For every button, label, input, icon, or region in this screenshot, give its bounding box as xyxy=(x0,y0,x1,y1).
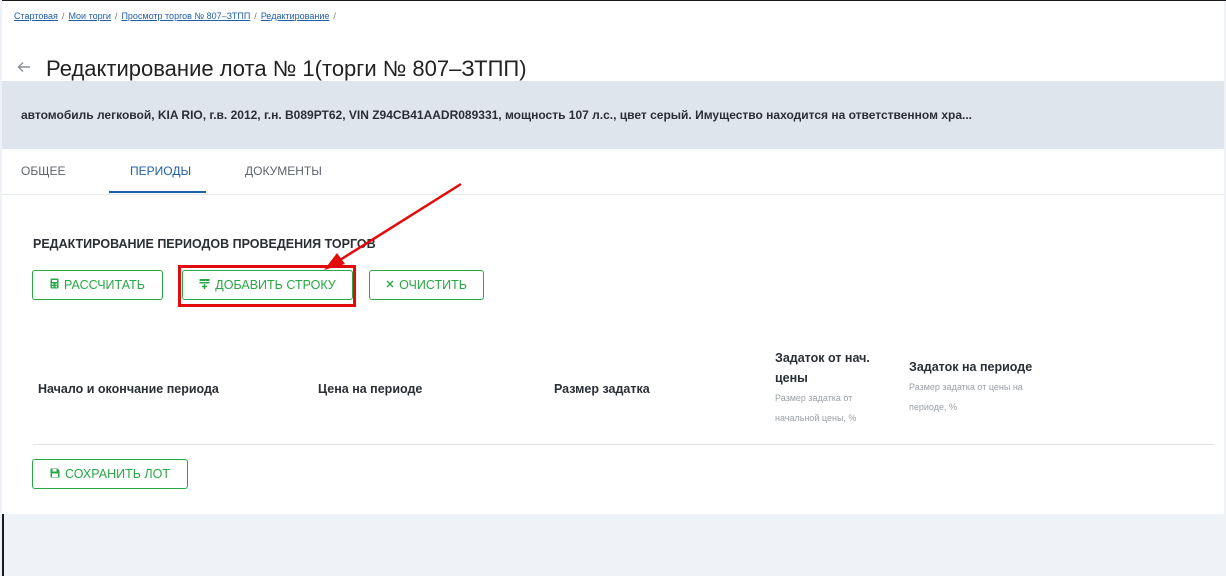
breadcrumb-separator: / xyxy=(114,11,118,21)
breadcrumb: Стартовая / Мои торги / Просмотр торгов № 80… xyxy=(14,11,340,21)
save-lot-button[interactable]: СОХРАНИТЬ ЛОТ xyxy=(32,459,188,489)
active-tab-indicator xyxy=(109,191,206,193)
breadcrumb-separator: / xyxy=(333,11,336,21)
lot-edit-card: ОБЩЕЕ ПЕРИОДЫ ДОКУМЕНТЫ РЕДАКТИРОВАНИЕ П… xyxy=(2,149,1224,514)
calculate-button[interactable]: РАССЧИТАТЬ xyxy=(32,270,163,300)
col-header-deposit-period: Задаток на периоде Размер задатка от цен… xyxy=(909,357,1049,417)
page-title: Редактирование лота № 1(торги № 807–ЗТПП… xyxy=(46,55,527,81)
col-header-deposit-period-sub: Размер задатка от цены на периоде, % xyxy=(909,382,1023,412)
breadcrumb-home[interactable]: Стартовая xyxy=(14,11,58,21)
clear-label: ОЧИСТИТЬ xyxy=(399,278,467,292)
table-divider xyxy=(33,444,1214,445)
section-title: РЕДАКТИРОВАНИЕ ПЕРИОДОВ ПРОВЕДЕНИЯ ТОРГО… xyxy=(33,237,376,251)
lot-description: автомобиль легковой, KIA RIO, г.в. 2012,… xyxy=(21,108,972,122)
annotation-highlight-box xyxy=(178,265,356,307)
close-icon xyxy=(386,279,394,291)
col-header-deposit-initial-label: Задаток от нач. цены xyxy=(775,351,870,385)
col-header-deposit-initial: Задаток от нач. цены Размер задатка от н… xyxy=(775,348,895,428)
col-header-period: Начало и окончание периода xyxy=(38,382,219,396)
calculate-label: РАССЧИТАТЬ xyxy=(64,278,145,292)
col-header-price: Цена на периоде xyxy=(318,382,423,396)
page-header: Стартовая / Мои торги / Просмотр торгов № 80… xyxy=(2,1,1224,81)
breadcrumb-auction-view[interactable]: Просмотр торгов № 807–ЗТПП xyxy=(121,11,250,21)
col-header-deposit-size: Размер задатка xyxy=(554,382,650,396)
lot-description-bar: автомобиль легковой, KIA RIO, г.в. 2012,… xyxy=(2,81,1224,149)
calculator-icon xyxy=(50,278,59,292)
tabs-bar: ОБЩЕЕ ПЕРИОДЫ ДОКУМЕНТЫ xyxy=(2,149,1224,195)
breadcrumb-edit[interactable]: Редактирование xyxy=(261,11,330,21)
tab-documents[interactable]: ДОКУМЕНТЫ xyxy=(245,164,322,178)
save-icon xyxy=(50,468,60,481)
col-header-deposit-initial-sub: Размер задатка от начальной цены, % xyxy=(775,393,857,423)
breadcrumb-my-auctions[interactable]: Мои торги xyxy=(68,11,110,21)
arrow-left-icon[interactable] xyxy=(12,59,36,79)
breadcrumb-separator: / xyxy=(254,11,257,21)
tab-general[interactable]: ОБЩЕЕ xyxy=(21,164,65,178)
tab-periods[interactable]: ПЕРИОДЫ xyxy=(130,164,191,178)
clear-button[interactable]: ОЧИСТИТЬ xyxy=(369,270,484,300)
col-header-deposit-period-label: Задаток на периоде xyxy=(909,360,1033,374)
breadcrumb-separator: / xyxy=(61,11,65,21)
save-lot-label: СОХРАНИТЬ ЛОТ xyxy=(65,467,170,481)
